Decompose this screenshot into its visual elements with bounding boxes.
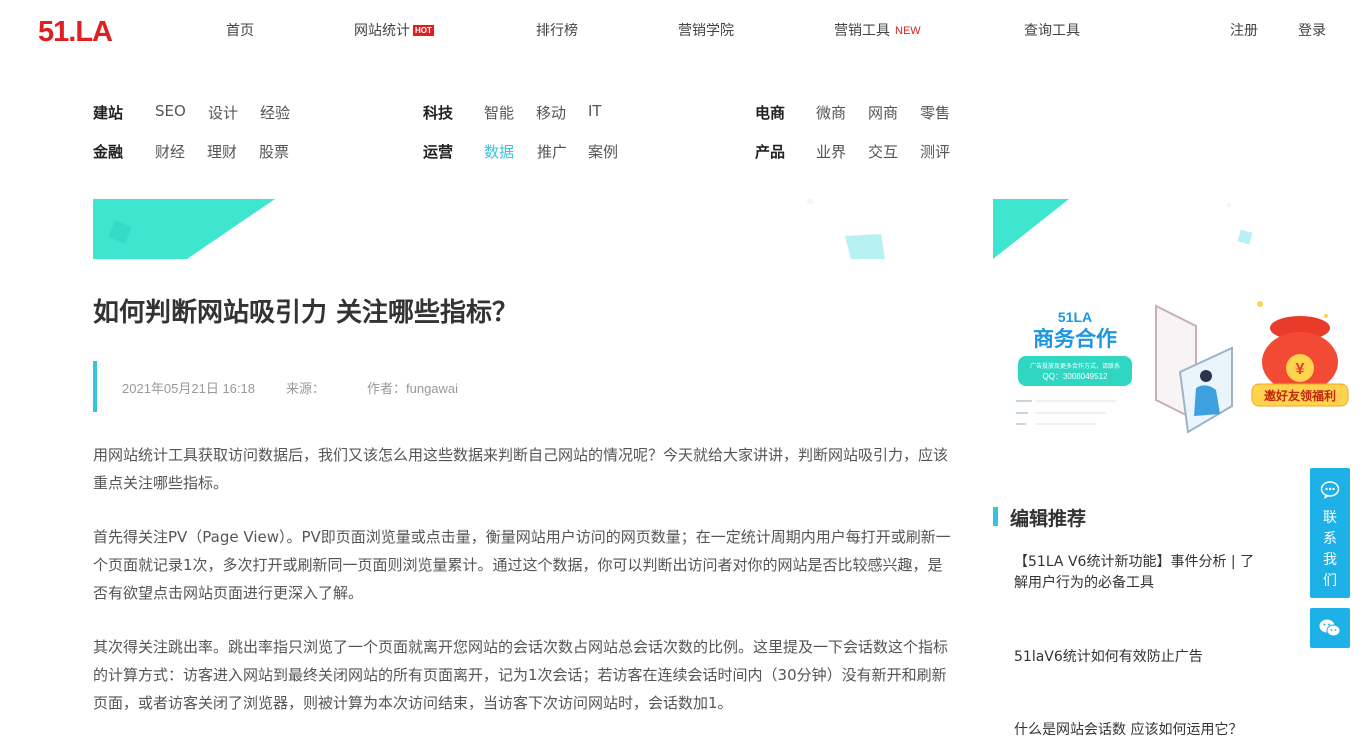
article-title: 如何判断网站吸引力 关注哪些指标？ bbox=[93, 298, 519, 328]
nav-home[interactable]: 首页 bbox=[226, 20, 254, 40]
category-sub[interactable]: 移动 bbox=[536, 102, 566, 123]
category-sub[interactable]: IT bbox=[588, 102, 602, 120]
recommend-meta bbox=[1038, 676, 1042, 690]
sidebar-ad-banner[interactable] bbox=[993, 199, 1263, 259]
ad-title: 商务合作 bbox=[1033, 327, 1117, 351]
nav-marketing-tools[interactable]: 营销工具 NEW bbox=[834, 20, 921, 40]
article-date: 2021年05月21日 16:18 bbox=[122, 381, 255, 396]
ad-brand: 51LA bbox=[1058, 309, 1092, 325]
article-author: 作者：fungawai bbox=[367, 381, 459, 396]
category-sub[interactable]: 设计 bbox=[208, 102, 238, 123]
category-sub[interactable]: 案例 bbox=[588, 141, 618, 162]
nav-query-tools[interactable]: 查询工具 bbox=[1024, 20, 1080, 40]
contact-char: 系 bbox=[1323, 531, 1337, 547]
article-banner bbox=[93, 199, 885, 259]
ad-qq: QQ：3008049512 bbox=[1043, 372, 1108, 381]
contact-char: 联 bbox=[1323, 510, 1337, 526]
article-meta: 2021年05月21日 16:18 来源： 作者：fungawai bbox=[93, 361, 493, 412]
category-sub[interactable]: 零售 bbox=[920, 102, 950, 123]
category-keji[interactable]: 科技 bbox=[423, 102, 453, 123]
ad-illustration bbox=[1155, 304, 1233, 434]
login-link[interactable]: 登录 bbox=[1298, 20, 1326, 40]
category-sub[interactable]: 业界 bbox=[816, 141, 846, 162]
category-sub[interactable]: 财经 bbox=[155, 141, 185, 162]
wechat-icon bbox=[1319, 619, 1341, 637]
contact-us-float[interactable]: 联 系 我 们 bbox=[1310, 468, 1350, 598]
gift-bag-label: 邀好友领福利 bbox=[1264, 388, 1336, 403]
recommend-meta bbox=[1038, 601, 1042, 615]
svg-text:¥: ¥ bbox=[1296, 361, 1305, 378]
hot-badge: HOT bbox=[413, 25, 434, 36]
top-header: 51.LA 首页 网站统计 HOT 排行榜 营销学院 营销工具 NEW 查询工具 注… bbox=[0, 0, 1366, 62]
recommend-item[interactable]: 【51LA V6统计新功能】事件分析 | 了解用户行为的必备工具 bbox=[1014, 552, 1259, 594]
nav-site-stats-label: 网站统计 bbox=[354, 23, 410, 39]
category-sub[interactable]: 微商 bbox=[816, 102, 846, 123]
category-yunying[interactable]: 运营 bbox=[423, 141, 453, 162]
nav-site-stats[interactable]: 网站统计 HOT bbox=[354, 20, 434, 40]
category-jinrong[interactable]: 金融 bbox=[93, 141, 123, 162]
category-sub[interactable]: 网商 bbox=[868, 102, 898, 123]
new-badge: NEW bbox=[895, 25, 921, 37]
business-ad-card[interactable]: 51LA 商务合作 广告投放及更多合作方式，请联系 QQ：3008049512 bbox=[1012, 300, 1138, 432]
category-jianzhan[interactable]: 建站 bbox=[93, 102, 123, 123]
article-source: 来源： bbox=[286, 381, 326, 396]
article-paragraph: 其次得关注跳出率。跳出率指只浏览了一个页面就离开您网站的会话次数占网站总会话次数… bbox=[93, 638, 949, 712]
category-sub[interactable]: 推广 bbox=[537, 141, 567, 162]
category-dianshang[interactable]: 电商 bbox=[755, 102, 785, 123]
ad-desc: 广告投放及更多合作方式，请联系 bbox=[1030, 362, 1120, 370]
site-logo[interactable]: 51.LA bbox=[38, 14, 118, 46]
category-sub-active[interactable]: 数据 bbox=[484, 141, 514, 162]
category-sub[interactable]: SEO bbox=[155, 102, 186, 120]
category-chanpin[interactable]: 产品 bbox=[755, 141, 785, 162]
chat-bubble-icon bbox=[1320, 481, 1340, 499]
nav-marketing-academy[interactable]: 营销学院 bbox=[678, 20, 734, 40]
nav-marketing-tools-label: 营销工具 bbox=[834, 23, 890, 39]
register-link[interactable]: 注册 bbox=[1230, 20, 1258, 40]
article-paragraph: 用网站统计工具获取访问数据后，我们又该怎么用这些数据来判断自己网站的情况呢？今天… bbox=[93, 446, 949, 492]
category-sub[interactable]: 智能 bbox=[484, 102, 514, 123]
svg-text:51.LA: 51.LA bbox=[38, 16, 113, 46]
wechat-float-button[interactable] bbox=[1310, 608, 1350, 648]
category-sub[interactable]: 测评 bbox=[920, 141, 950, 162]
category-sub[interactable]: 交互 bbox=[868, 141, 898, 162]
category-sub[interactable]: 理财 bbox=[207, 141, 237, 162]
recommend-item[interactable]: 51laV6统计如何有效防止广告 bbox=[1014, 647, 1259, 668]
contact-char: 我 bbox=[1323, 552, 1337, 568]
category-sub[interactable]: 经验 bbox=[260, 102, 290, 123]
nav-ranking[interactable]: 排行榜 bbox=[536, 20, 578, 40]
invite-gift-bag[interactable]: ¥ 邀好友领福利 bbox=[1250, 296, 1350, 408]
editor-recommend-title: 编辑推荐 bbox=[993, 504, 1086, 531]
category-sub[interactable]: 股票 bbox=[259, 141, 289, 162]
contact-char: 们 bbox=[1323, 573, 1337, 589]
sidebar-tag-cloud bbox=[993, 150, 997, 165]
article-paragraph: 首先得关注PV（Page View）。PV即页面浏览量或点击量，衡量网站用户访问… bbox=[93, 528, 951, 602]
